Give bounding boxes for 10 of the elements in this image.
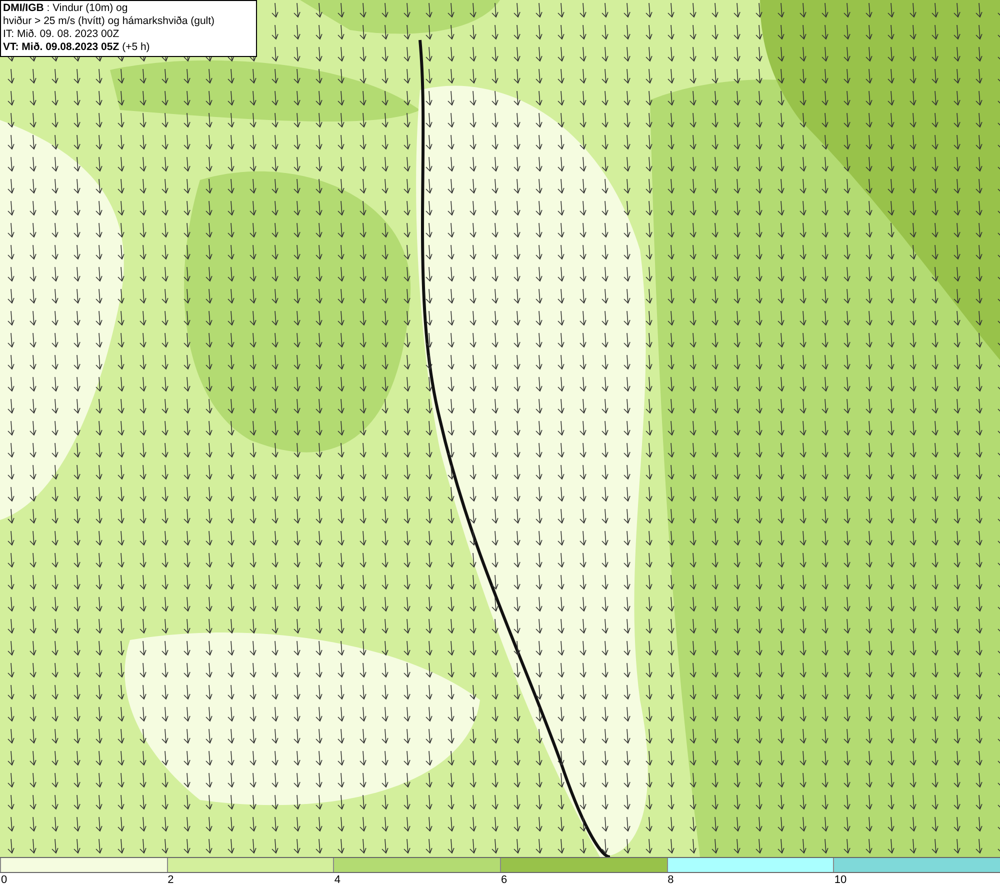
legend-tick-label: 8 xyxy=(668,874,674,886)
legend-tick-label: 4 xyxy=(334,874,340,886)
legend-tick-label: 10 xyxy=(834,874,847,886)
title-line: VT: Mið. 09.08.2023 05Z (+5 h) xyxy=(3,41,151,54)
title-line: hviður > 25 m/s (hvítt) og hámarkshviða (gult) xyxy=(3,15,216,28)
title-line: IT: Mið. 09. 08. 2023 00Z xyxy=(3,28,120,41)
legend-tick-label: 6 xyxy=(501,874,508,886)
title-line: DMI/IGB : Vindur (10m) og xyxy=(3,2,129,15)
legend-tick-label: 2 xyxy=(168,874,174,886)
legend-tick-label: 0 xyxy=(1,874,8,886)
